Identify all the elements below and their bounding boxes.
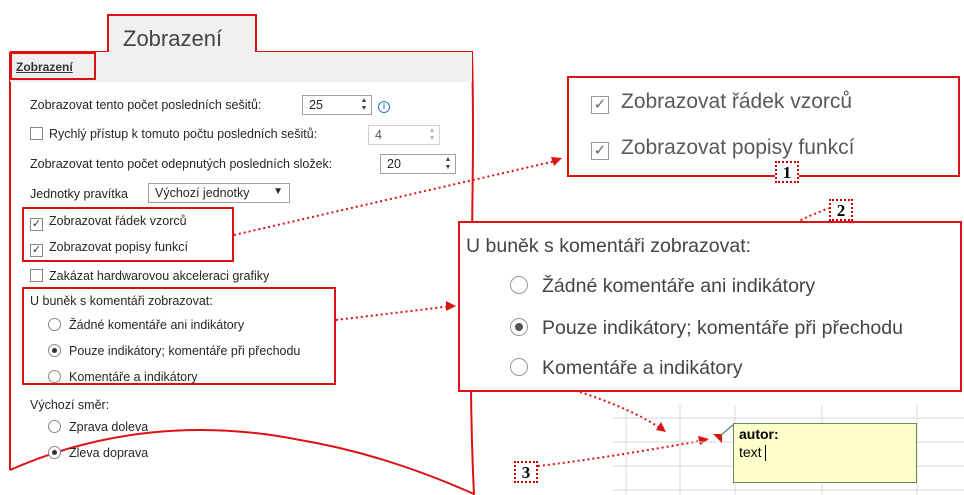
show-formula-bar-label: Zobrazovat řádek vzorců [49,214,187,228]
zoom-function-tooltips-row: ✓ Zobrazovat popisy funkcí [591,136,854,160]
show-formula-bar-checkbox[interactable]: ✓ [30,218,43,231]
zoom-option-indicators: Pouze indikátory; komentáře při přechodu [510,317,903,340]
comments-option-indicators-label: Pouze indikátory; komentáře při přechodu [69,344,301,358]
radio-none[interactable] [48,318,61,331]
badge-1: 1 [775,161,799,183]
quick-access-checkbox[interactable] [30,127,43,140]
recent-folders-spinner[interactable]: 20 ▲ ▼ [380,154,456,174]
direction-group-label: Výchozí směr: [30,398,110,412]
spinner-arrows-icon[interactable]: ▲ ▼ [427,127,437,143]
show-function-tooltips-row[interactable]: ✓ Zobrazovat popisy funkcí [30,240,188,257]
show-function-tooltips-checkbox[interactable]: ✓ [30,244,43,257]
recent-workbooks-value: 25 [309,98,323,112]
direction-option-ltr[interactable]: Zleva doprava [48,446,148,460]
radio-ltr[interactable] [48,446,61,459]
zoom-function-tooltips-checkbox: ✓ [591,142,609,160]
arrowhead-indicator [698,436,709,445]
arrowhead-zoom1 [551,157,562,166]
zoom-option-both: Komentáře a indikátory [510,357,743,380]
comments-option-both[interactable]: Komentáře a indikátory [48,370,198,384]
zoom-formula-bar-checkbox: ✓ [591,96,609,114]
chevron-down-icon: ▼ [273,186,283,197]
comments-option-none[interactable]: Žádné komentáře ani indikátory [48,318,244,332]
recent-workbooks-spinner[interactable]: 25 ▲ ▼ [302,95,372,115]
quick-access-label: Rychlý přístup k tomuto počtu posledních… [49,127,318,141]
quick-access-value: 4 [375,128,382,142]
comments-option-indicators[interactable]: Pouze indikátory; komentáře při přechodu [48,344,300,358]
show-function-tooltips-label: Zobrazovat popisy funkcí [49,240,188,254]
comment-text[interactable]: text [739,444,762,460]
quick-access-row[interactable]: Rychlý přístup k tomuto počtu posledních… [30,127,317,141]
comments-option-none-label: Žádné komentáře ani indikátory [69,318,245,332]
zoom-formula-bar-label: Zobrazovat řádek vzorců [621,90,853,113]
quick-access-spinner[interactable]: 4 ▲ ▼ [368,125,440,145]
zoom-formula-bar-row: ✓ Zobrazovat řádek vzorců [591,90,852,114]
panel-header-label: Zobrazení [10,52,96,80]
disable-hw-accel-checkbox[interactable] [30,269,43,282]
radio-indicators[interactable] [48,344,61,357]
zoom-radio-indicators [510,318,528,336]
section-title: Zobrazení [123,26,223,51]
disable-hw-accel-label: Zakázat hardwarovou akceleraci grafiky [49,269,270,283]
recent-workbooks-label: Zobrazovat tento počet posledních sešitů… [30,98,262,112]
panel-bottom-wave-path [9,429,475,495]
badge-3: 3 [514,461,538,483]
ruler-units-label: Jednotky pravítka [30,187,128,201]
zoom-function-tooltips-label: Zobrazovat popisy funkcí [621,136,855,159]
comment-author: autor: [739,426,779,442]
spinner-arrows-icon[interactable]: ▲ ▼ [359,97,369,113]
spinner-arrows-icon[interactable]: ▲ ▼ [443,156,453,172]
recent-folders-label: Zobrazovat tento počet odepnutých posled… [30,157,333,171]
zoom-formula-callout: ✓ Zobrazovat řádek vzorců ✓ Zobrazovat pop… [567,76,960,177]
direction-option-ltr-label: Zleva doprava [69,446,149,460]
direction-option-rtl-label: Zprava doleva [69,420,149,434]
comments-option-both-label: Komentáře a indikátory [69,370,198,384]
zoom-option-none: Žádné komentáře ani indikátory [510,275,815,298]
radio-both[interactable] [48,370,61,383]
zoom-comments-group-label: U buněk s komentáři zobrazovat: [466,235,752,257]
zoom-option-none-label: Žádné komentáře ani indikátory [542,275,816,297]
connector-comments-to-zoom2 [335,305,453,321]
disable-hw-accel-row[interactable]: Zakázat hardwarovou akceleraci grafiky [30,269,269,283]
zoom-option-indicators-label: Pouze indikátory; komentáře při přechodu [542,317,903,339]
zoom-comments-callout: U buněk s komentáři zobrazovat: Žádné ko… [458,221,962,392]
text-caret [765,445,766,461]
ruler-units-value: Výchozí jednotky [155,186,250,200]
badge-2: 2 [829,199,853,221]
comment-pointer-line [719,423,735,437]
comments-group-label: U buněk s komentáři zobrazovat: [30,294,213,308]
direction-option-rtl[interactable]: Zprava doleva [48,420,148,434]
zoom-option-both-label: Komentáře a indikátory [542,357,743,379]
arrowhead-zoom2 [446,301,456,311]
info-icon[interactable]: i [378,101,390,113]
radio-rtl[interactable] [48,420,61,433]
zoom-radio-both [510,358,528,376]
zoom-radio-none [510,276,528,294]
ruler-units-dropdown[interactable]: Výchozí jednotky ▼ [148,183,290,203]
connector-zoom2-to-comment [579,391,664,431]
show-formula-bar-row[interactable]: ✓ Zobrazovat řádek vzorců [30,214,187,231]
recent-folders-value: 20 [387,157,401,171]
